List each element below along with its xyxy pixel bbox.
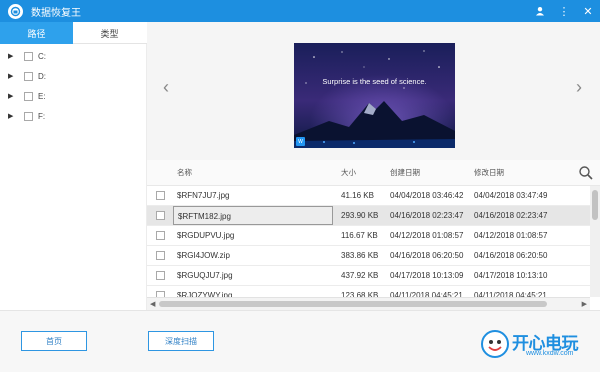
- table-body: $RFN7JU7.jpg 41.16 KB 04/04/2018 03:46:4…: [147, 186, 600, 297]
- file-size: 383.86 KB: [341, 251, 379, 260]
- row-checkbox[interactable]: [156, 211, 165, 220]
- horizontal-scroll-thumb[interactable]: [159, 301, 547, 307]
- file-created: 04/16/2018 02:23:47: [390, 211, 464, 220]
- vertical-scroll-thumb[interactable]: [592, 190, 598, 220]
- drive-checkbox[interactable]: [24, 91, 33, 101]
- file-modified: 04/11/2018 04:45:21: [474, 291, 547, 297]
- table-row[interactable]: $RGI4JOW.zip 383.86 KB 04/16/2018 06:20:…: [147, 246, 600, 266]
- expand-arrow-icon[interactable]: ▶: [8, 112, 18, 120]
- column-header-created[interactable]: 创建日期: [390, 167, 420, 178]
- file-size: 437.92 KB: [341, 271, 379, 280]
- tab-type[interactable]: 类型: [73, 22, 146, 44]
- drive-tree: ▶ C: ▶ D: ▶ E: ▶ F:: [0, 44, 147, 310]
- drive-item-f[interactable]: ▶ F:: [0, 106, 146, 126]
- expand-arrow-icon[interactable]: ▶: [8, 72, 18, 80]
- file-created: 04/16/2018 06:20:50: [390, 251, 464, 260]
- table-row[interactable]: $RFN7JU7.jpg 41.16 KB 04/04/2018 03:46:4…: [147, 186, 600, 206]
- prev-arrow-icon[interactable]: ‹: [159, 77, 173, 98]
- watermark-face-icon: [481, 330, 509, 358]
- row-checkbox[interactable]: [156, 271, 165, 280]
- preview-caption: Surprise is the seed of science.: [322, 77, 427, 86]
- search-icon[interactable]: [578, 165, 594, 181]
- close-icon[interactable]: ✕: [582, 0, 594, 22]
- drive-item-d[interactable]: ▶ D:: [0, 66, 146, 86]
- file-created: 04/12/2018 01:08:57: [390, 231, 464, 240]
- expand-arrow-icon[interactable]: ▶: [8, 52, 18, 60]
- app-logo-icon: [8, 3, 23, 19]
- preview-badge-icon: W: [296, 137, 305, 146]
- tab-path[interactable]: 路径: [0, 22, 73, 44]
- watermark-url: www.kxdw.com: [526, 350, 574, 357]
- column-header-size[interactable]: 大小: [341, 167, 356, 178]
- drive-label: C:: [38, 51, 46, 61]
- file-name: $RGUQJU7.jpg: [177, 271, 233, 280]
- table-header: 名称 大小 创建日期 修改日期: [147, 160, 600, 186]
- table-row-selected[interactable]: $RFTM182.jpg 293.90 KB 04/16/2018 02:23:…: [147, 206, 600, 226]
- file-created: 04/04/2018 03:46:42: [390, 191, 464, 200]
- drive-item-c[interactable]: ▶ C:: [0, 46, 146, 66]
- file-name: $RFN7JU7.jpg: [177, 191, 230, 200]
- preview-pane: ‹ Surprise is the seed of science. W ›: [147, 22, 600, 160]
- file-table: 名称 大小 创建日期 修改日期 $RFN7JU7.jpg 41.16 KB 04…: [147, 160, 600, 310]
- expand-arrow-icon[interactable]: ▶: [8, 92, 18, 100]
- vertical-scrollbar[interactable]: [590, 186, 600, 297]
- app-title: 数据恢复王: [31, 7, 81, 19]
- scroll-right-icon[interactable]: ▶: [582, 300, 587, 308]
- file-modified: 04/17/2018 10:13:10: [474, 271, 548, 280]
- row-checkbox[interactable]: [156, 251, 165, 260]
- site-watermark: 开心电玩 www.kxdw.com: [480, 327, 592, 361]
- deep-scan-button[interactable]: 深度扫描: [148, 331, 214, 351]
- next-arrow-icon[interactable]: ›: [572, 77, 586, 98]
- row-checkbox[interactable]: [156, 231, 165, 240]
- scroll-left-icon[interactable]: ◀: [150, 300, 155, 308]
- file-modified: 04/16/2018 06:20:50: [474, 251, 548, 260]
- column-header-name[interactable]: 名称: [177, 167, 192, 178]
- file-name: $RJOZYWY.jpg: [177, 291, 233, 297]
- file-name: $RGDUPVU.jpg: [177, 231, 235, 240]
- file-name: $RFTM182.jpg: [173, 206, 333, 225]
- drive-item-e[interactable]: ▶ E:: [0, 86, 146, 106]
- file-size: 293.90 KB: [341, 211, 379, 220]
- view-tabs: 路径 类型: [0, 22, 147, 44]
- file-modified: 04/12/2018 01:08:57: [474, 231, 548, 240]
- file-size: 116.67 KB: [341, 231, 378, 240]
- row-checkbox[interactable]: [156, 191, 165, 200]
- file-size: 123.68 KB: [341, 291, 379, 297]
- file-created: 04/17/2018 10:13:09: [390, 271, 464, 280]
- drive-label: E:: [38, 91, 46, 101]
- file-created: 04/11/2018 04:45:21: [390, 291, 463, 297]
- preview-image: Surprise is the seed of science. W: [294, 43, 455, 148]
- horizontal-scrollbar[interactable]: ◀ ▶: [147, 297, 590, 310]
- file-modified: 04/16/2018 02:23:47: [474, 211, 548, 220]
- file-name: $RGI4JOW.zip: [177, 251, 230, 260]
- drive-checkbox[interactable]: [24, 111, 33, 121]
- drive-label: D:: [38, 71, 46, 81]
- drive-label: F:: [38, 111, 46, 121]
- column-header-modified[interactable]: 修改日期: [474, 167, 504, 178]
- table-row[interactable]: $RJOZYWY.jpg 123.68 KB 04/11/2018 04:45:…: [147, 286, 600, 297]
- menu-icon[interactable]: ⋮: [558, 0, 570, 22]
- drive-checkbox[interactable]: [24, 71, 33, 81]
- home-button[interactable]: 首页: [21, 331, 87, 351]
- drive-checkbox[interactable]: [24, 51, 33, 61]
- table-row[interactable]: $RGDUPVU.jpg 116.67 KB 04/12/2018 01:08:…: [147, 226, 600, 246]
- bottom-bar: 首页 深度扫描 开心电玩 www.kxdw.com: [0, 310, 600, 372]
- file-size: 41.16 KB: [341, 191, 374, 200]
- table-row[interactable]: $RGUQJU7.jpg 437.92 KB 04/17/2018 10:13:…: [147, 266, 600, 286]
- user-icon[interactable]: [534, 0, 546, 22]
- title-bar: 数据恢复王 ⋮ ✕: [0, 0, 600, 22]
- file-modified: 04/04/2018 03:47:49: [474, 191, 548, 200]
